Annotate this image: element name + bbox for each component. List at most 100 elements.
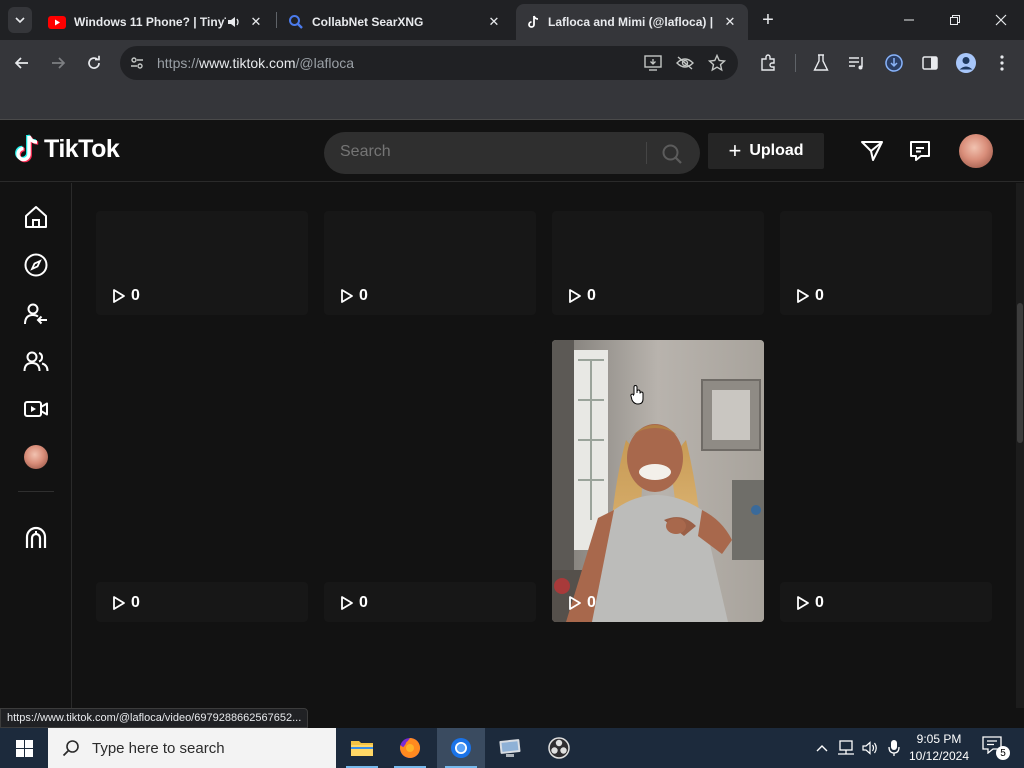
close-tab-button[interactable]: ✕ — [248, 14, 264, 30]
taskbar-file-explorer[interactable] — [338, 728, 386, 768]
view-count-value: 0 — [131, 594, 140, 611]
profile-avatar[interactable] — [959, 134, 993, 168]
nav-profile-avatar[interactable] — [24, 445, 48, 469]
upload-label: Upload — [749, 142, 804, 159]
video-card[interactable]: 0 — [324, 340, 536, 622]
nav-home[interactable] — [22, 203, 50, 231]
close-tab-button[interactable]: ✕ — [486, 14, 502, 30]
users-icon — [23, 351, 49, 372]
media-control-button[interactable] — [845, 51, 869, 75]
back-button[interactable] — [10, 51, 34, 75]
reload-icon — [88, 55, 100, 69]
notification-center-button[interactable]: 5 — [982, 736, 1010, 760]
video-card[interactable]: 0 — [552, 211, 764, 315]
upload-button[interactable]: + Upload — [708, 133, 824, 169]
taskbar-firefox[interactable] — [386, 728, 434, 768]
search-input[interactable] — [340, 143, 640, 161]
profile-button[interactable] — [954, 51, 978, 75]
tracking-protection-icon[interactable] — [676, 54, 694, 72]
show-hidden-icons-button[interactable] — [812, 738, 832, 758]
windows-taskbar: Type here to search 9:05 PM 10/12/2024 5 — [0, 728, 1024, 768]
taskbar-chrome[interactable] — [437, 728, 485, 768]
scrollbar-thumb[interactable] — [1017, 303, 1023, 443]
download-progress-icon — [885, 54, 903, 72]
tab-title: CollabNet SearXNG — [312, 15, 424, 29]
inbox-button[interactable] — [907, 138, 933, 164]
tab-search-dropdown-button[interactable] — [8, 7, 32, 33]
search-icon — [62, 740, 79, 757]
site-settings-icon[interactable] — [128, 54, 146, 72]
nav-friends[interactable] — [22, 348, 50, 376]
chrome-icon — [451, 738, 471, 758]
video-card[interactable]: 0 — [96, 211, 308, 315]
messages-button[interactable] — [859, 138, 885, 164]
install-app-icon[interactable] — [644, 54, 662, 72]
video-card[interactable]: 0 — [780, 211, 992, 315]
side-panel-button[interactable] — [918, 51, 942, 75]
restore-icon — [950, 15, 960, 25]
taskbar-search[interactable]: Type here to search — [48, 728, 336, 768]
side-panel-icon — [922, 56, 938, 70]
flask-icon — [813, 54, 829, 71]
volume-tray-icon[interactable] — [860, 738, 880, 758]
video-card[interactable]: 0 — [780, 340, 992, 622]
taskbar-search-placeholder: Type here to search — [92, 739, 225, 757]
clock-date: 10/12/2024 — [908, 749, 970, 763]
search-icon — [289, 15, 303, 29]
play-icon — [569, 596, 581, 610]
taskbar-clock[interactable]: 9:05 PM 10/12/2024 — [900, 731, 978, 765]
video-card[interactable]: 0 — [96, 340, 308, 622]
tab-searxng[interactable]: CollabNet SearXNG ✕ — [278, 4, 512, 40]
taskbar-obs[interactable] — [535, 728, 583, 768]
speaker-icon — [862, 741, 877, 755]
url-text[interactable]: https://www.tiktok.com/@lafloca — [157, 55, 354, 71]
view-count: 0 — [340, 594, 368, 612]
url-path: /@lafloca — [295, 55, 355, 71]
view-count-value: 0 — [815, 287, 824, 304]
video-card[interactable]: 0 — [552, 340, 764, 622]
restore-button[interactable] — [932, 0, 978, 40]
network-tray-icon[interactable] — [836, 738, 856, 758]
url-host: www.tiktok.com — [199, 55, 296, 71]
view-count: 0 — [796, 594, 824, 612]
nav-live[interactable] — [22, 395, 50, 423]
speaker-icon[interactable] — [226, 14, 242, 30]
inbox-icon — [910, 141, 930, 161]
nav-explore[interactable] — [22, 251, 50, 279]
forward-button[interactable] — [46, 51, 70, 75]
browser-tab-bar: Windows 11 Phone? | TinyTask ✕ CollabNet… — [0, 0, 1024, 40]
tiktok-logo-icon — [15, 134, 39, 163]
search-button[interactable] — [660, 142, 684, 166]
extensions-button[interactable] — [756, 51, 780, 75]
video-grid: 0 0 0 0 0 0 0 0 — [73, 183, 1016, 708]
download-button[interactable] — [882, 51, 906, 75]
nav-more[interactable] — [22, 524, 50, 552]
labs-button[interactable] — [809, 51, 833, 75]
tab-youtube[interactable]: Windows 11 Phone? | TinyTask ✕ — [38, 4, 274, 40]
url-scheme: https:// — [157, 55, 200, 71]
home-icon — [25, 206, 47, 228]
address-bar[interactable]: https://www.tiktok.com/@lafloca — [120, 46, 738, 80]
sidebar-divider — [18, 491, 54, 492]
close-window-button[interactable] — [978, 0, 1024, 40]
start-button[interactable] — [0, 728, 48, 768]
nav-following[interactable] — [22, 300, 50, 328]
reload-button[interactable] — [82, 51, 106, 75]
video-card[interactable]: 0 — [324, 211, 536, 315]
search-icon — [662, 144, 682, 164]
tiktok-logo[interactable]: TikTok — [14, 134, 120, 164]
new-tab-button[interactable]: + — [756, 8, 780, 32]
browser-menu-button[interactable] — [990, 51, 1014, 75]
tab-tiktok[interactable]: Lafloca and Mimi (@lafloca) | TikTok ✕ — [516, 4, 748, 40]
account-icon — [956, 53, 976, 73]
close-tab-button[interactable]: ✕ — [722, 14, 738, 30]
bookmark-star-icon[interactable] — [708, 54, 726, 72]
taskbar-remote-desktop[interactable] — [486, 728, 534, 768]
obs-icon — [548, 737, 570, 759]
page-scrollbar[interactable] — [1016, 183, 1024, 708]
view-count-value: 0 — [815, 594, 824, 611]
link-status-bar: https://www.tiktok.com/@lafloca/video/69… — [0, 708, 309, 728]
folder-icon — [351, 741, 373, 756]
youtube-icon — [48, 15, 66, 29]
minimize-button[interactable] — [886, 0, 932, 40]
